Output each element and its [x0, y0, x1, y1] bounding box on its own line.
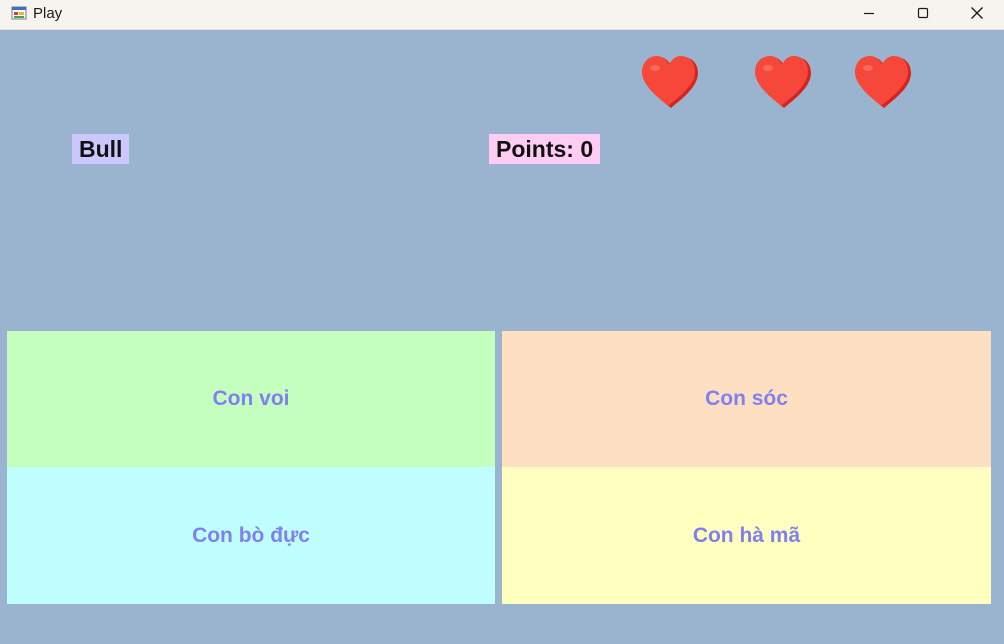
- maximize-icon: [917, 6, 929, 24]
- points-label: Points: 0: [489, 134, 601, 164]
- answer-button-4[interactable]: Con hà mã: [502, 467, 991, 604]
- answer-label: Con sóc: [705, 387, 788, 410]
- close-button[interactable]: [954, 0, 1000, 30]
- answer-button-1[interactable]: Con voi: [7, 331, 495, 467]
- minimize-icon: [863, 6, 875, 24]
- windows-form-icon: [11, 5, 27, 21]
- maximize-button[interactable]: [900, 0, 946, 30]
- question-word-label: Bull: [72, 134, 130, 164]
- heart-icon: [853, 54, 913, 110]
- answer-button-2[interactable]: Con sóc: [502, 331, 991, 467]
- window-title: Play: [33, 5, 63, 22]
- minimize-button[interactable]: [846, 0, 892, 30]
- answer-label: Con hà mã: [692, 523, 801, 547]
- heart-icon: [640, 54, 700, 110]
- close-icon: [970, 6, 984, 25]
- answer-label: Con voi: [212, 387, 290, 410]
- title-bar: Play: [0, 0, 1004, 30]
- answer-button-3[interactable]: Con bò đực: [7, 467, 495, 604]
- game-area: Bull Points: 0 Con voi Con sóc Con bò đự…: [0, 30, 1004, 644]
- play-window: Play Bull Points: 0 Con voi Con sóc Con …: [0, 0, 1004, 644]
- heart-icon: [753, 54, 813, 110]
- answer-label: Con bò đực: [192, 523, 310, 547]
